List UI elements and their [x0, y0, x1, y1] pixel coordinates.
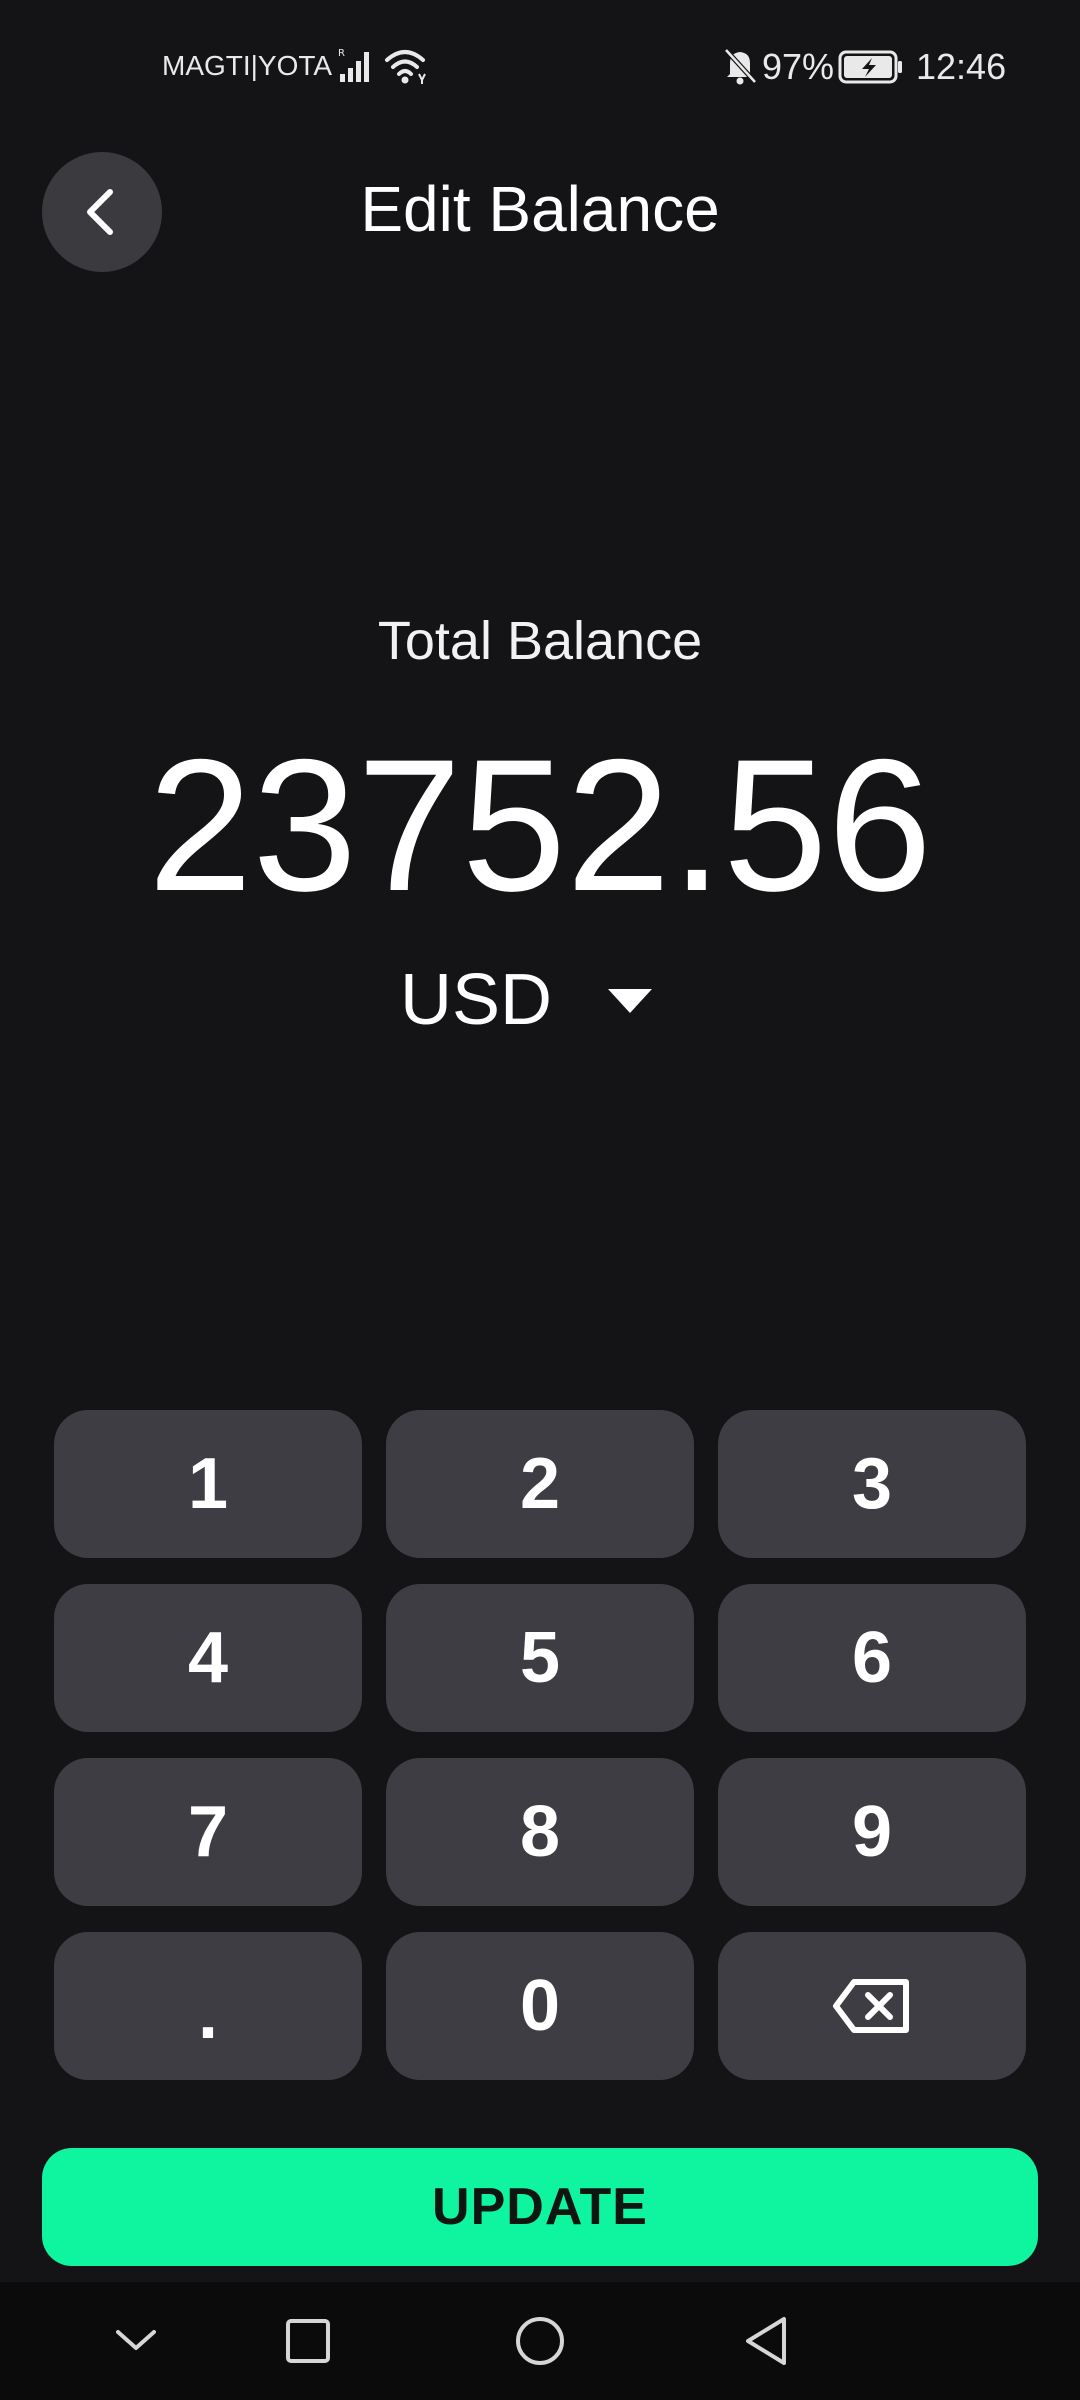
update-button[interactable]: UPDATE	[42, 2148, 1038, 2266]
triangle-back-icon	[746, 2317, 786, 2365]
key-decimal[interactable]: .	[54, 1932, 362, 2080]
circle-icon	[516, 2317, 564, 2365]
nav-home-button[interactable]	[504, 2282, 576, 2400]
signal-icon: R	[338, 46, 378, 91]
square-icon	[286, 2319, 330, 2363]
balance-value: 23752.56	[147, 720, 933, 930]
caret-down-icon	[606, 987, 654, 1020]
page-title: Edit Balance	[360, 173, 720, 245]
currency-label: USD	[400, 960, 553, 1040]
key-1[interactable]: 1	[54, 1410, 362, 1558]
system-nav-bar	[0, 2282, 1080, 2400]
key-7[interactable]: 7	[54, 1758, 362, 1906]
wifi-icon	[384, 46, 430, 91]
svg-text:R: R	[338, 48, 345, 59]
bell-off-icon	[722, 46, 758, 91]
carrier-name: MAGTI|YOTA	[162, 50, 333, 81]
nav-recents-button[interactable]	[272, 2282, 344, 2400]
edit-balance-screen: MAGTI|YOTA R 97% 12:46 Edit Balance Tota…	[0, 0, 1080, 2400]
backspace-icon	[833, 1979, 909, 2033]
numeric-keypad: 1 2 3 4 5 6 7 8 9 . 0	[54, 1410, 1026, 2080]
key-backspace[interactable]	[718, 1932, 1026, 2080]
nav-back-button[interactable]	[730, 2282, 802, 2400]
key-4[interactable]: 4	[54, 1584, 362, 1732]
balance-label: Total Balance	[377, 611, 703, 671]
key-2[interactable]: 2	[386, 1410, 694, 1558]
nav-hide-keyboard-button[interactable]	[100, 2282, 172, 2400]
battery-percent: 97%	[762, 46, 835, 87]
key-5[interactable]: 5	[386, 1584, 694, 1732]
battery-charging-icon	[838, 50, 904, 89]
key-0[interactable]: 0	[386, 1932, 694, 2080]
key-8[interactable]: 8	[386, 1758, 694, 1906]
chevron-down-icon	[116, 2330, 156, 2350]
key-3[interactable]: 3	[718, 1410, 1026, 1558]
currency-dropdown[interactable]: USD	[400, 955, 680, 1045]
status-clock: 12:46	[916, 46, 1007, 87]
key-9[interactable]: 9	[718, 1758, 1026, 1906]
key-decimal-label: .	[197, 1974, 218, 2054]
status-bar: MAGTI|YOTA R 97% 12:46	[0, 0, 1080, 140]
key-6[interactable]: 6	[718, 1584, 1026, 1732]
